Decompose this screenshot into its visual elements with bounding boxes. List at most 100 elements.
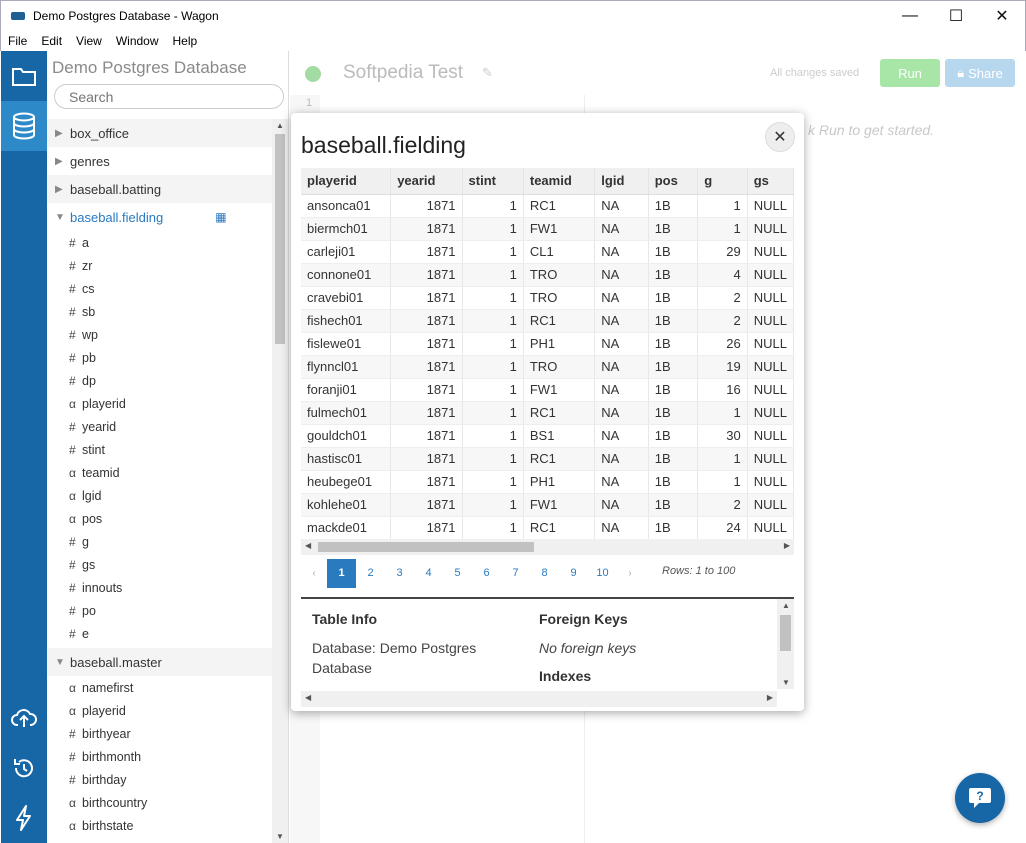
tree-column[interactable]: # stint (47, 438, 272, 461)
column-header[interactable]: lgid (594, 168, 649, 195)
column-name: playerid (82, 703, 126, 718)
pager-page-4[interactable]: 4 (414, 559, 443, 588)
table-cell: 2 (697, 286, 748, 310)
help-chat-button[interactable]: ? (955, 773, 1005, 823)
scroll-right-arrow-icon[interactable]: ▶ (784, 541, 790, 550)
rail-history-button[interactable] (1, 743, 47, 793)
scroll-down-arrow-icon[interactable]: ▼ (782, 678, 790, 687)
scroll-down-arrow-icon[interactable]: ▼ (276, 832, 284, 841)
tree-table-genres[interactable]: ▶ genres (47, 147, 272, 175)
table-cell: 1 (462, 217, 524, 241)
table-cell: NULL (747, 263, 794, 287)
tree-column[interactable]: αbirthcity (47, 837, 272, 843)
sidebar-scrollbar[interactable]: ▲ ▼ (272, 119, 288, 843)
pager-page-10[interactable]: 10 (588, 559, 617, 588)
run-button[interactable]: Run (880, 59, 940, 87)
pencil-icon[interactable]: ✎ (482, 65, 493, 81)
column-name: teamid (82, 465, 120, 480)
menu-view[interactable]: View (69, 34, 109, 48)
scroll-up-arrow-icon[interactable]: ▲ (276, 121, 284, 130)
scroll-left-arrow-icon[interactable]: ◀ (305, 693, 311, 702)
tree-column[interactable]: α playerid (47, 392, 272, 415)
tree-table-baseball-batting[interactable]: ▶ baseball.batting (47, 175, 272, 203)
grid-scroll-thumb[interactable] (318, 542, 534, 552)
info-scroll-thumb[interactable] (780, 615, 791, 651)
column-header[interactable]: stint (462, 168, 524, 195)
rail-database-button[interactable] (1, 101, 47, 151)
pager-page-9[interactable]: 9 (559, 559, 588, 588)
query-name[interactable]: Softpedia Test (343, 62, 463, 84)
pager-page-1[interactable]: 1 (327, 558, 356, 588)
tree-column[interactable]: # birthmonth (47, 745, 272, 768)
pager-prev-button[interactable]: ‹ (301, 559, 327, 588)
grid-horizontal-scrollbar[interactable]: ◀ ▶ (301, 539, 794, 555)
rail-queries-button[interactable] (1, 51, 47, 101)
tree-column[interactable]: # birthyear (47, 722, 272, 745)
column-header[interactable]: g (697, 168, 748, 195)
database-icon (13, 112, 35, 140)
tree-column[interactable]: # wp (47, 323, 272, 346)
table-preview-icon[interactable]: ▦ (215, 210, 226, 224)
tree-column[interactable]: α playerid (47, 699, 272, 722)
close-window-button[interactable]: ✕ (979, 1, 1025, 31)
tree-table-box-office[interactable]: ▶ box_office (47, 119, 272, 147)
tree-column[interactable]: # birthday (47, 768, 272, 791)
tree-column[interactable]: α pos (47, 507, 272, 530)
scroll-right-arrow-icon[interactable]: ▶ (767, 693, 773, 702)
column-header[interactable]: gs (747, 168, 794, 195)
column-header[interactable]: teamid (523, 168, 596, 195)
menu-edit[interactable]: Edit (34, 34, 69, 48)
tree-table-baseball-master[interactable]: ▼ baseball.master (47, 648, 272, 676)
expand-arrow-icon: ▶ (55, 183, 63, 195)
scroll-left-arrow-icon[interactable]: ◀ (305, 541, 311, 550)
fielding-columns: # a # zr # cs # sb # wp # pb # dp α playerid # yearid # sti… (47, 231, 272, 645)
tree-column[interactable]: # innouts (47, 576, 272, 599)
tree-column[interactable]: # e (47, 622, 272, 645)
pager-page-5[interactable]: 5 (443, 559, 472, 588)
share-button[interactable]: 🔒︎ Share (945, 59, 1015, 87)
schema-search-input[interactable] (54, 84, 284, 109)
rail-power-button[interactable] (1, 793, 47, 843)
tree-column[interactable]: # cs (47, 277, 272, 300)
tree-column[interactable]: α namefirst (47, 676, 272, 699)
tree-column[interactable]: α birthcountry (47, 791, 272, 814)
table-row: mackde01 1871 1 RC1 NA 1B 24 NULL (301, 516, 794, 539)
pager-page-8[interactable]: 8 (530, 559, 559, 588)
tree-column[interactable]: # sb (47, 300, 272, 323)
column-header[interactable]: pos (648, 168, 699, 195)
tree-table-baseball-fielding[interactable]: ▼ baseball.fielding ▦ (47, 203, 272, 231)
pager-page-7[interactable]: 7 (501, 559, 530, 588)
table-row: carleji01 1871 1 CL1 NA 1B 29 NULL (301, 240, 794, 264)
pager-next-button[interactable]: › (617, 559, 643, 588)
pager-page-6[interactable]: 6 (472, 559, 501, 588)
menu-window[interactable]: Window (109, 34, 166, 48)
lightning-icon (16, 805, 31, 831)
tree-column[interactable]: # zr (47, 254, 272, 277)
tree-column[interactable]: # g (47, 530, 272, 553)
modal-close-button[interactable]: ✕ (765, 122, 795, 152)
tree-column[interactable]: # gs (47, 553, 272, 576)
pager-page-3[interactable]: 3 (385, 559, 414, 588)
column-header[interactable]: yearid (390, 168, 463, 195)
tree-column[interactable]: # yearid (47, 415, 272, 438)
tree-column[interactable]: # dp (47, 369, 272, 392)
tree-column[interactable]: α lgid (47, 484, 272, 507)
scroll-up-arrow-icon[interactable]: ▲ (782, 601, 790, 610)
schema-sidebar: Demo Postgres Database ▶box_office ▶genr… (47, 51, 289, 843)
column-header[interactable]: playerid (301, 168, 392, 195)
cloud-upload-icon (11, 709, 37, 727)
rail-upload-button[interactable] (1, 693, 47, 743)
sidebar-scroll-thumb[interactable] (275, 134, 285, 344)
maximize-button[interactable]: ☐ (933, 1, 979, 31)
minimize-button[interactable]: — (887, 1, 933, 31)
info-horizontal-scrollbar[interactable]: ◀ ▶ (301, 691, 777, 707)
tree-column[interactable]: α teamid (47, 461, 272, 484)
tree-column[interactable]: # po (47, 599, 272, 622)
menu-help[interactable]: Help (166, 34, 205, 48)
menu-file[interactable]: File (1, 34, 34, 48)
tree-column[interactable]: α birthstate (47, 814, 272, 837)
pager-page-2[interactable]: 2 (356, 559, 385, 588)
info-vertical-scrollbar[interactable]: ▲ ▼ (777, 599, 794, 689)
tree-column[interactable]: # pb (47, 346, 272, 369)
tree-column[interactable]: # a (47, 231, 272, 254)
